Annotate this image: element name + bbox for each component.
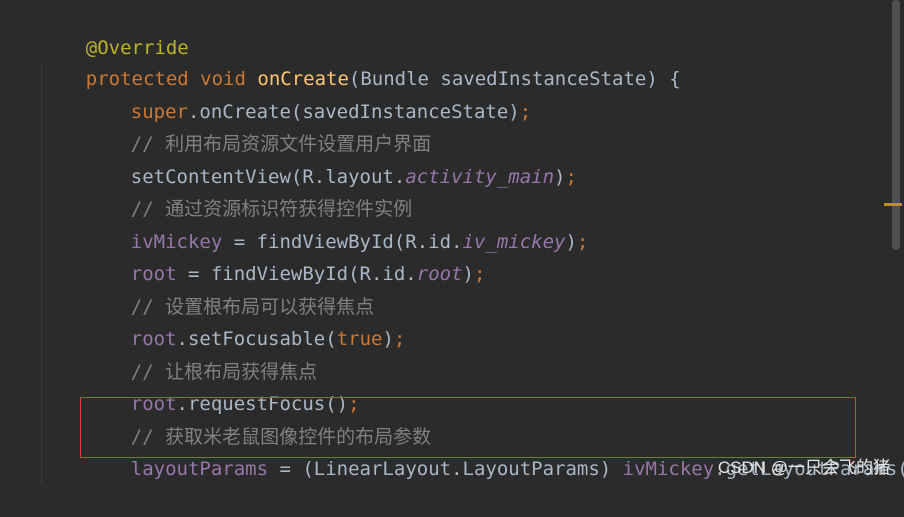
code-line-6[interactable]: // 通过资源标识符获得控件实例 (85, 161, 412, 220)
semicolon-token: ; (565, 166, 577, 188)
static-field-token: activity_main (405, 166, 555, 188)
code-line-1[interactable]: @Override (40, 0, 189, 59)
field-token: layoutParams (130, 458, 269, 480)
paren-token: ) (565, 231, 577, 253)
code-line-9[interactable]: // 设置根布局可以获得焦点 (85, 259, 374, 318)
code-line-12[interactable]: root.requestFocus(); (85, 356, 360, 415)
code-line-10[interactable]: root.setFocusable(true); (85, 291, 406, 350)
code-line-2[interactable]: protected void onCreate(Bundle savedInst… (40, 31, 681, 90)
code-line-5[interactable]: setContentView(R.layout.activity_main); (85, 129, 577, 188)
semicolon-token: ; (473, 263, 486, 285)
semicolon-token: ; (576, 231, 589, 253)
semicolon-token: ; (393, 328, 406, 350)
static-field-token: root (416, 263, 463, 285)
code-editor[interactable]: @Override protected void onCreate(Bundle… (0, 0, 904, 484)
watermark: CSDN @一只会飞的猪 (717, 458, 890, 477)
highlight-box (80, 397, 856, 458)
paren-token: ) (382, 328, 394, 350)
keyword-token: true (336, 328, 383, 350)
code-line-3[interactable]: super.onCreate(savedInstanceState); (85, 64, 531, 123)
code-line-8[interactable]: root = findViewById(R.id.root); (85, 226, 486, 285)
paren-token: ) (554, 166, 566, 188)
code-line-7[interactable]: ivMickey = findViewById(R.id.iv_mickey); (85, 194, 589, 253)
semicolon-token: ; (519, 101, 532, 123)
code-line-4[interactable]: // 利用布局资源文件设置用户界面 (85, 96, 431, 155)
vertical-scrollbar[interactable] (892, 0, 900, 250)
code-line-11[interactable]: // 让根布局获得焦点 (85, 324, 317, 383)
paren-token: ) (462, 263, 474, 285)
field-token: ivMickey (622, 458, 715, 480)
indent-guide (41, 64, 42, 484)
cast-token: = (LinearLayout.LayoutParams) (268, 458, 623, 480)
scroll-marker (884, 203, 902, 206)
